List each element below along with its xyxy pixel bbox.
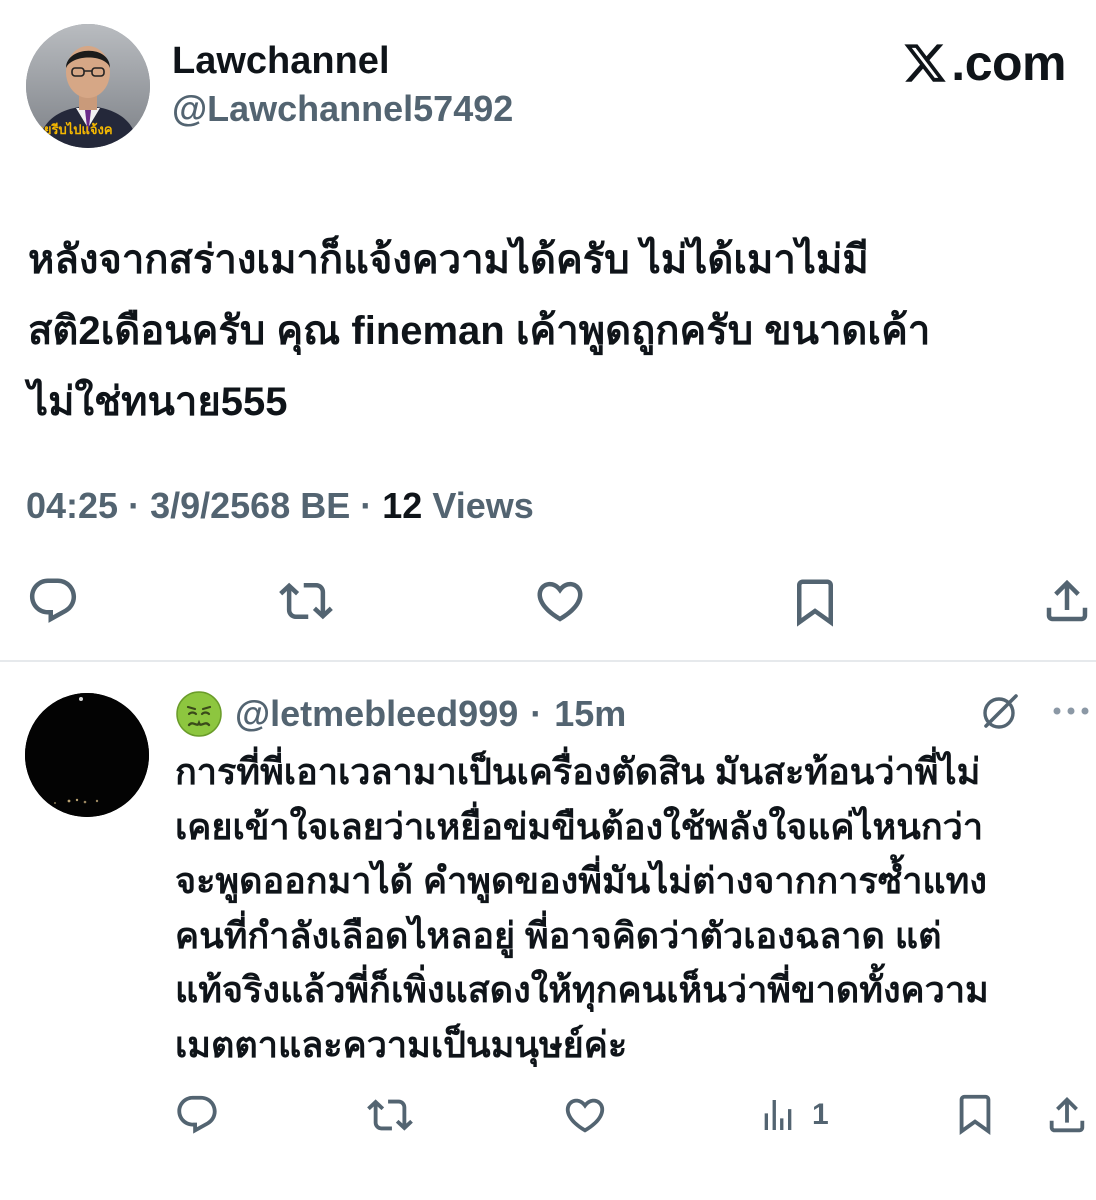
reply-repost-button[interactable]: [366, 1092, 414, 1138]
heart-icon: [537, 581, 583, 622]
grok-icon: [983, 694, 1018, 729]
more-icon: [1053, 707, 1089, 715]
reply-share-button[interactable]: [1044, 1092, 1090, 1138]
views-count: 12: [382, 485, 423, 526]
reply-text-line: จะพูดออกมาได้ คำพูดของพี่มันไม่ต่างจากกา…: [175, 860, 987, 901]
reply-text-line: คนที่กำลังเลือดไหลอยู่ พี่อาจคิดว่าตัวเอ…: [175, 914, 942, 956]
views-label: Views: [432, 485, 534, 526]
x-domain-text: .com: [951, 35, 1066, 91]
reply-text-line: การที่พี่เอาเวลามาเป็นเครื่องตัดสิน มันส…: [175, 751, 981, 792]
reply-handle[interactable]: @letmebleed999: [235, 693, 518, 735]
avatar-photo: [25, 693, 149, 817]
bookmark-icon: [959, 1094, 991, 1135]
divider: [0, 660, 1096, 662]
more-options-button[interactable]: [1050, 696, 1092, 731]
tweet-text-line: สติ2เดือนครับ คุณ fineman เค้าพูดถูกครับ…: [28, 309, 931, 353]
x-logo-icon: [904, 44, 947, 82]
bookmark-button[interactable]: [788, 574, 842, 630]
reply-views-count: 1: [812, 1098, 829, 1131]
reply-button[interactable]: [26, 574, 80, 628]
meta-separator: ·: [530, 693, 543, 734]
meta-separator: ·: [360, 485, 383, 526]
repost-icon: [279, 582, 333, 620]
heart-icon: [565, 1098, 605, 1133]
tweet-date[interactable]: 3/9/2568 BE: [150, 485, 350, 526]
reply-avatar[interactable]: [25, 693, 149, 817]
reply-views-button[interactable]: 1: [758, 1094, 829, 1136]
reply-text-line: เมตตาและความเป็นมนุษย์ค่ะ: [175, 1023, 628, 1065]
nauseated-face-icon: [176, 691, 222, 737]
meta-separator: ·: [128, 485, 151, 526]
reply-like-button[interactable]: [562, 1092, 608, 1138]
share-button[interactable]: [1040, 574, 1094, 628]
repost-button[interactable]: [278, 574, 334, 628]
reply-reply-button[interactable]: [174, 1092, 220, 1138]
tweet-text-line: ไม่ใช่ทนาย555: [28, 380, 288, 424]
tweet-text: หลังจากสร่างเมาก็แจ้งความได้ครับ ไม่ได้เ…: [28, 225, 1078, 438]
reply-time[interactable]: 15m: [554, 693, 626, 735]
reply-text: การที่พี่เอาเวลามาเป็นเครื่องตัดสิน มันส…: [175, 745, 1075, 1072]
reply-icon: [29, 578, 77, 623]
reply-bookmark-button[interactable]: [952, 1090, 998, 1138]
grok-button[interactable]: [978, 690, 1022, 739]
share-icon: [1046, 579, 1088, 622]
reply-text-line: เคยเข้าใจเลยว่าเหยื่อข่มขืนต้องใช้พลังใจ…: [175, 805, 984, 847]
reply-text-line: แท้จริงแล้วพี่ก็เพิ่งแสดงให้ทุกคนเห็นว่า…: [175, 969, 989, 1010]
tweet-meta: 04:25 · 3/9/2568 BE · 12 Views: [26, 485, 534, 527]
x-branding: .com: [901, 34, 1066, 92]
tweet-text-line: หลังจากสร่างเมาก็แจ้งความได้ครับ ไม่ได้เ…: [28, 238, 869, 282]
user-handle[interactable]: @Lawchannel57492: [172, 88, 513, 130]
avatar[interactable]: หายรีบไปแจ้งค: [26, 24, 150, 148]
tweet-time[interactable]: 04:25: [26, 485, 118, 526]
avatar-photo: หายรีบไปแจ้งค: [26, 24, 150, 148]
repost-icon: [367, 1099, 413, 1131]
reply-header: @letmebleed999 · 15m: [175, 690, 626, 738]
share-icon: [1049, 1096, 1085, 1133]
like-button[interactable]: [532, 574, 588, 628]
views-chart-icon: [764, 1100, 792, 1130]
display-name[interactable]: Lawchannel: [172, 40, 390, 83]
avatar-caption: หายรีบไปแจ้งค: [28, 121, 113, 138]
bookmark-icon: [797, 579, 833, 627]
reply-icon: [177, 1095, 217, 1134]
